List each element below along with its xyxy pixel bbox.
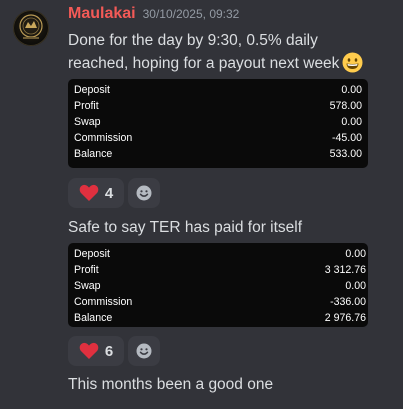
- username[interactable]: Maulakai: [68, 5, 136, 23]
- row-label: Swap: [74, 116, 101, 128]
- row-value: -336.00: [330, 296, 366, 308]
- avatar-logo-icon: [19, 14, 43, 39]
- row-label: Swap: [74, 280, 101, 292]
- row-value: 0.00: [341, 116, 362, 128]
- table-row: Profit 578.00: [74, 98, 362, 114]
- trade-summary-screenshot[interactable]: Deposit 0.00 Profit 3 312.76 Swap 0.00 Commiss…: [68, 243, 368, 327]
- smiley-add-reaction-icon: [136, 343, 152, 359]
- row-value: 533.00: [329, 148, 362, 160]
- row-value: 0.00: [345, 280, 366, 292]
- row-value: 2 976.76: [324, 312, 366, 324]
- table-row: Commission -45.00: [74, 130, 362, 146]
- reaction-bar: 6: [68, 336, 160, 366]
- row-label: Commission: [74, 296, 133, 308]
- row-label: Profit: [74, 100, 99, 112]
- message-header: Maulakai 30/10/2025, 09:32: [68, 5, 239, 29]
- row-value: 578.00: [329, 100, 362, 112]
- row-label: Commission: [74, 132, 133, 144]
- table-row: Deposit 0.00: [74, 246, 366, 262]
- timestamp: 30/10/2025, 09:32: [142, 7, 240, 21]
- table-row: Swap 0.00: [74, 278, 366, 294]
- add-reaction-button[interactable]: [128, 178, 160, 208]
- row-label: Balance: [74, 312, 113, 324]
- message-text: reached, hoping for a payout next week: [68, 55, 340, 72]
- row-label: Balance: [74, 148, 113, 160]
- row-value: -45.00: [331, 132, 362, 144]
- table-row: Balance 533.00: [74, 146, 362, 162]
- table-row: Profit 3 312.76: [74, 262, 366, 278]
- row-label: Deposit: [74, 84, 110, 96]
- user-avatar[interactable]: [13, 10, 49, 46]
- table-row: Commission -336.00: [74, 294, 366, 310]
- trade-summary-screenshot[interactable]: Deposit 0.00 Profit 578.00 Swap 0.00 Commissio…: [68, 79, 368, 168]
- row-label: Deposit: [74, 248, 110, 260]
- message-text-line: reached, hoping for a payout next week: [68, 52, 363, 75]
- row-label: Profit: [74, 264, 99, 276]
- message-text: Safe to say TER has paid for itself: [68, 219, 303, 236]
- row-value: 3 312.76: [324, 264, 366, 276]
- table-row: Deposit 0.00: [74, 82, 362, 98]
- table-row: Balance 2 976.76: [74, 310, 366, 326]
- reaction-bar: 4: [68, 178, 160, 208]
- add-reaction-button[interactable]: [128, 336, 160, 366]
- message-group: Maulakai 30/10/2025, 09:32 Done for the …: [0, 0, 403, 409]
- trade-summary-table: Deposit 0.00 Profit 578.00 Swap 0.00 Commissio…: [74, 82, 362, 162]
- grinning-face-emoji: [342, 52, 363, 73]
- reaction-count: 6: [104, 342, 114, 360]
- trade-summary-table: Deposit 0.00 Profit 3 312.76 Swap 0.00 Commiss…: [74, 246, 366, 326]
- heart-icon: [79, 342, 99, 359]
- message-text-line: Done for the day by 9:30, 0.5% daily: [68, 32, 318, 49]
- row-value: 0.00: [341, 84, 362, 96]
- reaction-count: 4: [104, 184, 114, 202]
- table-row: Swap 0.00: [74, 114, 362, 130]
- message-text: This months been a good one: [68, 376, 274, 393]
- heart-reaction-button[interactable]: 4: [68, 178, 124, 208]
- smiley-add-reaction-icon: [136, 185, 152, 201]
- heart-reaction-button[interactable]: 6: [68, 336, 124, 366]
- row-value: 0.00: [345, 248, 366, 260]
- heart-icon: [79, 184, 99, 201]
